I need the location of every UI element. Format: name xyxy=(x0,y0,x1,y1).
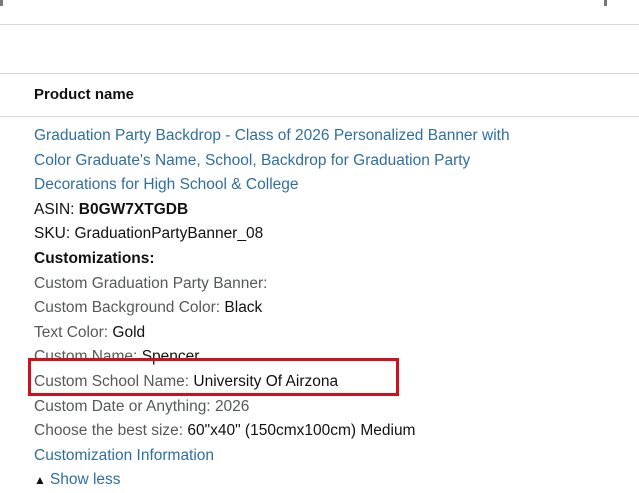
customization-label: Text Color: xyxy=(34,323,109,341)
asin-label: ASIN: xyxy=(34,200,75,218)
customization-label: Choose the best size: xyxy=(34,422,184,440)
caret-up-icon: ▲ xyxy=(34,473,46,488)
asin-row: ASIN: B0GW7XTGDB xyxy=(34,198,624,223)
row-edge-mark xyxy=(0,0,3,6)
order-item-details: Graduation Party Backdrop - Class of 202… xyxy=(34,124,624,493)
show-less-toggle[interactable]: ▲ Show less xyxy=(34,468,624,493)
customization-row-text-color: Text Color: Gold xyxy=(34,321,624,346)
customization-value: Black xyxy=(224,299,263,317)
row-edge-mark xyxy=(604,0,607,6)
sku-label: SKU: xyxy=(34,225,71,243)
customization-row-date: Custom Date or Anything: 2026 xyxy=(34,395,624,420)
asin-value: B0GW7XTGDB xyxy=(78,200,189,218)
customizations-heading: Customizations: xyxy=(34,249,155,267)
sku-row: SKU: GraduationPartyBanner_08 xyxy=(34,222,624,247)
customization-value: Gold xyxy=(112,323,146,341)
customization-label: Custom Graduation Party Banner: xyxy=(34,274,268,292)
customization-label: Custom Date or Anything: xyxy=(34,397,211,415)
customization-row-size: Choose the best size: 60"x40" (150cmx100… xyxy=(34,419,624,444)
customization-value: 60"x40" (150cmx100cm) Medium xyxy=(187,422,416,440)
product-title-link[interactable]: Graduation Party Backdrop - Class of 202… xyxy=(34,124,624,198)
product-title-line: Graduation Party Backdrop - Class of 202… xyxy=(34,127,510,144)
sku-value: GraduationPartyBanner_08 xyxy=(74,225,264,243)
product-name-header: Product name xyxy=(0,74,639,117)
product-name-label: Product name xyxy=(34,86,135,103)
highlight-box xyxy=(28,358,399,396)
customization-row-banner: Custom Graduation Party Banner: xyxy=(34,272,624,297)
customization-row-background-color: Custom Background Color: Black xyxy=(34,296,624,321)
customization-information-link[interactable]: Customization Information xyxy=(34,444,624,469)
product-title-line: Color Graduate's Name, School, Backdrop … xyxy=(34,151,471,169)
top-table-row xyxy=(0,0,639,25)
customization-label: Custom Background Color: xyxy=(34,299,221,317)
customization-value: 2026 xyxy=(214,397,250,415)
product-title-line: Decorations for High School & College xyxy=(34,176,299,194)
